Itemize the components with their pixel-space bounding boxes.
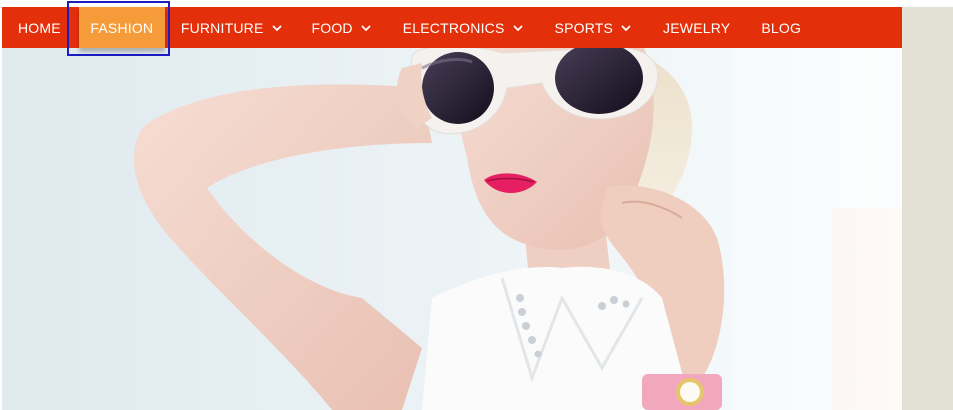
chevron-down-icon — [361, 25, 371, 31]
hero-banner-image[interactable] — [2, 48, 902, 410]
nav-fashion-label: FASHION — [90, 19, 154, 36]
side-panel — [902, 7, 953, 410]
chevron-down-icon — [621, 25, 631, 31]
nav-food-label: FOOD — [311, 19, 353, 36]
nav-blog[interactable]: BLOG — [745, 7, 816, 48]
chevron-down-icon — [272, 25, 281, 31]
nav-electronics-label: ELECTRONICS — [402, 19, 505, 36]
chevron-down-icon — [513, 25, 522, 31]
page: HOME FASHION FURNITURE FOOD ELECTRONICS … — [0, 0, 953, 410]
nav-blog-label: BLOG — [761, 19, 802, 36]
nav-home-label: HOME — [18, 19, 61, 36]
nav-jewelry[interactable]: JEWELRY — [646, 7, 745, 48]
main-nav: HOME FASHION FURNITURE FOOD ELECTRONICS … — [2, 7, 902, 48]
nav-fashion[interactable]: FASHION — [78, 7, 165, 48]
nav-home[interactable]: HOME — [2, 7, 77, 48]
nav-furniture[interactable]: FURNITURE — [165, 7, 297, 48]
nav-sports[interactable]: SPORTS — [538, 7, 647, 48]
nav-jewelry-label: JEWELRY — [663, 19, 731, 36]
nav-electronics[interactable]: ELECTRONICS — [386, 7, 538, 48]
nav-furniture-label: FURNITURE — [180, 19, 264, 36]
nav-sports-label: SPORTS — [554, 19, 614, 36]
nav-food[interactable]: FOOD — [297, 7, 386, 48]
